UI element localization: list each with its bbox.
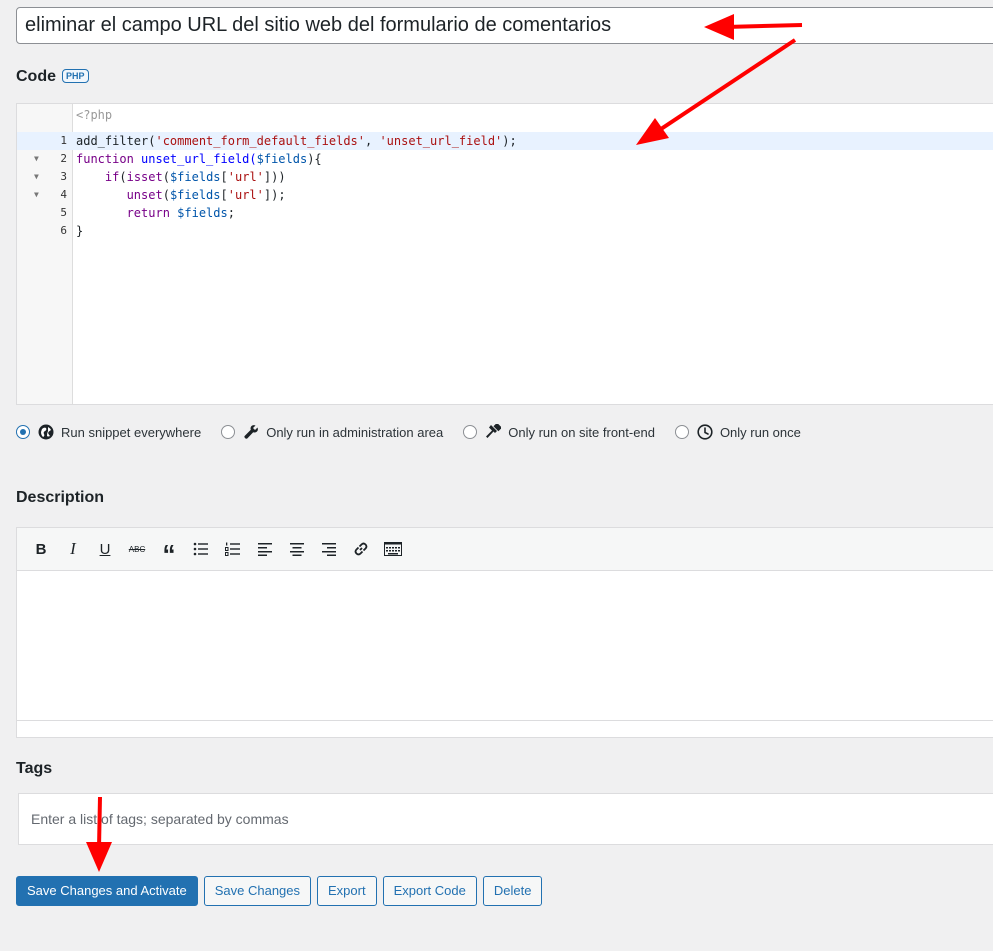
run-admin-option[interactable]: Only run in administration area bbox=[221, 424, 443, 440]
php-open-tag: <?php bbox=[76, 108, 113, 122]
code-line-6[interactable]: 6 } bbox=[17, 222, 993, 240]
link-icon bbox=[354, 542, 368, 556]
toolbar-toggle-button[interactable] bbox=[377, 535, 409, 563]
save-and-activate-button[interactable]: Save Changes and Activate bbox=[16, 876, 198, 906]
italic-button[interactable]: I bbox=[57, 535, 89, 563]
run-once-option[interactable]: Only run once bbox=[674, 424, 801, 440]
save-changes-button[interactable]: Save Changes bbox=[203, 876, 312, 906]
bold-button[interactable]: B bbox=[25, 535, 57, 563]
delete-button[interactable]: Delete bbox=[482, 876, 543, 906]
action-buttons: Save Changes and Activate Save Changes E… bbox=[16, 876, 548, 906]
bullet-list-icon bbox=[193, 542, 208, 556]
align-center-icon bbox=[290, 543, 304, 556]
tags-title: Tags bbox=[16, 760, 53, 777]
code-line-3[interactable]: ▼ 3 if(isset($fields['url'])) bbox=[17, 168, 993, 186]
numbered-list-button[interactable] bbox=[217, 535, 249, 563]
run-everywhere-label: Run snippet everywhere bbox=[61, 424, 202, 440]
wrench-icon bbox=[244, 425, 259, 439]
clock-icon bbox=[697, 424, 713, 440]
description-editor[interactable]: B I U ABC “ bbox=[16, 527, 993, 738]
code-line-1[interactable]: 1 add_filter('comment_form_default_field… bbox=[17, 132, 993, 150]
fold-arrow-icon[interactable]: ▼ bbox=[34, 168, 39, 186]
keyboard-icon bbox=[384, 542, 402, 556]
code-section-title: Code PHP bbox=[16, 68, 89, 86]
globe-icon bbox=[38, 424, 54, 440]
export-button[interactable]: Export bbox=[317, 876, 377, 906]
strikethrough-button[interactable]: ABC bbox=[121, 535, 153, 563]
align-left-icon bbox=[258, 543, 272, 556]
run-once-label: Only run once bbox=[719, 424, 801, 440]
code-line-4[interactable]: ▼ 4 unset($fields['url']); bbox=[17, 186, 993, 204]
bullet-list-button[interactable] bbox=[185, 535, 217, 563]
numbered-list-icon bbox=[225, 542, 240, 556]
align-center-button[interactable] bbox=[281, 535, 313, 563]
run-everywhere-radio[interactable] bbox=[16, 425, 30, 439]
run-once-radio[interactable] bbox=[674, 425, 689, 439]
editor-toolbar: B I U ABC “ bbox=[17, 528, 993, 571]
description-content-area[interactable] bbox=[17, 571, 993, 721]
snippet-title-input[interactable]: eliminar el campo URL del sitio web del … bbox=[16, 7, 993, 44]
code-editor[interactable]: <?php 1 add_filter('comment_form_default… bbox=[16, 103, 993, 405]
fold-arrow-icon[interactable]: ▼ bbox=[34, 150, 39, 168]
align-left-button[interactable] bbox=[249, 535, 281, 563]
code-line-5[interactable]: 5 return $fields; bbox=[17, 204, 993, 222]
align-right-icon bbox=[322, 543, 336, 556]
run-frontend-option[interactable]: Only run on site front-end bbox=[463, 424, 655, 440]
editor-status-bar bbox=[17, 720, 993, 737]
run-admin-radio[interactable] bbox=[221, 425, 236, 439]
run-everywhere-option[interactable]: Run snippet everywhere bbox=[16, 424, 201, 440]
insert-link-button[interactable] bbox=[345, 535, 377, 563]
run-frontend-radio[interactable] bbox=[463, 425, 478, 439]
php-badge: PHP bbox=[62, 69, 89, 83]
tags-input[interactable]: Enter a list of tags; separated by comma… bbox=[18, 793, 993, 845]
align-right-button[interactable] bbox=[313, 535, 345, 563]
description-title: Description bbox=[16, 489, 105, 506]
hammer-icon bbox=[486, 424, 502, 438]
code-title: Code bbox=[16, 68, 56, 85]
run-scope-options: Run snippet everywhere Only run in admin… bbox=[16, 422, 821, 442]
run-admin-label: Only run in administration area bbox=[266, 424, 444, 440]
underline-button[interactable]: U bbox=[89, 535, 121, 563]
run-frontend-label: Only run on site front-end bbox=[508, 424, 655, 440]
code-line-2[interactable]: ▼ 2 function unset_url_field($fields){ bbox=[17, 150, 993, 168]
export-code-button[interactable]: Export Code bbox=[382, 876, 477, 906]
fold-arrow-icon[interactable]: ▼ bbox=[34, 186, 39, 204]
blockquote-button[interactable]: “ bbox=[153, 530, 185, 568]
